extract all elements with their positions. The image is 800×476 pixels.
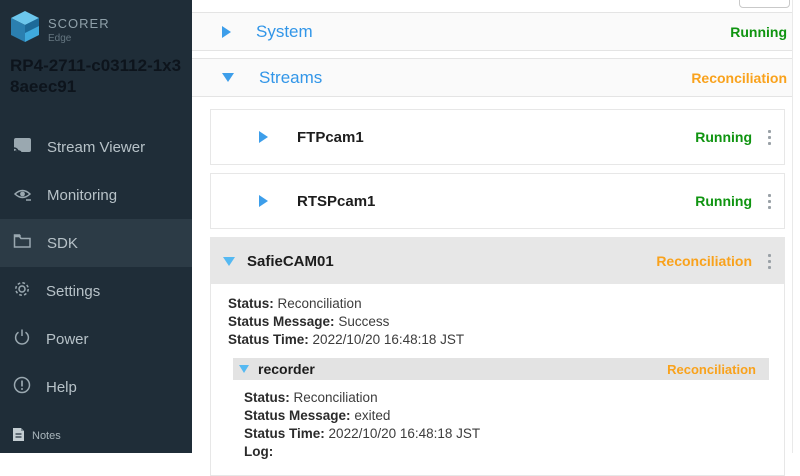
cast-icon (13, 137, 32, 158)
status-time-line: Status Time: 2022/10/20 16:48:18 JST (228, 331, 768, 349)
stream-card-safiecam01: SafieCAM01 Reconciliation Status: Reconc… (210, 237, 785, 476)
stream-card-rtspcam1: RTSPcam1 Running (210, 173, 785, 229)
status-badge: Reconciliation (667, 362, 756, 377)
sidebar-item-label: Stream Viewer (47, 139, 145, 156)
kebab-menu-icon[interactable] (765, 126, 774, 149)
status-message-label: Status Message: (228, 314, 335, 329)
partial-top-button[interactable] (739, 0, 790, 8)
triangle-right-icon[interactable] (259, 131, 268, 143)
section-label: Streams (259, 68, 322, 88)
brand: SCORER Edge (0, 0, 192, 49)
sidebar-menu: Stream Viewer Monitoring SDK (0, 123, 192, 411)
status-time-label: Status Time: (228, 332, 309, 347)
status-value: Reconciliation (294, 390, 378, 405)
streams-list: FTPcam1 Running RTSPcam1 Running (192, 97, 800, 476)
process-group-recorder: recorder Reconciliation Status: Reconcil… (233, 358, 769, 461)
sidebar: SCORER Edge RP4-2711-c03112-1x38aeec91 S… (0, 0, 192, 453)
kebab-menu-icon[interactable] (765, 190, 774, 213)
sidebar-item-help[interactable]: Help (0, 363, 192, 411)
status-label: Status: (244, 390, 290, 405)
status-badge: Reconciliation (691, 70, 787, 86)
sidebar-item-settings[interactable]: Settings (0, 267, 192, 315)
sidebar-item-notes[interactable]: Notes (12, 427, 61, 445)
status-time-label: Status Time: (244, 426, 325, 441)
stream-card-header[interactable]: SafieCAM01 Reconciliation (211, 238, 784, 284)
brand-subtitle: Edge (48, 33, 110, 44)
sidebar-item-label: Settings (46, 283, 100, 300)
status-message-value: Success (338, 314, 389, 329)
status-badge: Running (730, 24, 787, 40)
triangle-down-icon[interactable] (239, 365, 249, 373)
stream-card-ftpcam1: FTPcam1 Running (210, 109, 785, 165)
stream-card-header[interactable]: RTSPcam1 Running (211, 174, 784, 228)
triangle-down-icon[interactable] (223, 257, 235, 266)
sidebar-item-monitoring[interactable]: Monitoring (0, 171, 192, 219)
sidebar-item-power[interactable]: Power (0, 315, 192, 363)
status-line: Status: Reconciliation (228, 295, 768, 313)
device-id: RP4-2711-c03112-1x38aeec91 (0, 49, 192, 97)
monitoring-eye-icon (13, 185, 32, 206)
sidebar-item-label: SDK (47, 235, 78, 252)
triangle-right-icon[interactable] (222, 26, 231, 38)
process-name: recorder (258, 361, 315, 377)
sidebar-item-label: Power (46, 331, 89, 348)
main-panel: System Running Streams Reconciliation FT… (192, 0, 800, 453)
section-label: System (256, 22, 313, 42)
log-label: Log: (244, 444, 273, 459)
section-row-streams[interactable]: Streams Reconciliation (192, 58, 793, 97)
log-line: Log: (244, 443, 769, 461)
status-value: Reconciliation (278, 296, 362, 311)
status-badge: Running (695, 129, 752, 145)
gear-icon (13, 280, 31, 302)
status-label: Status: (228, 296, 274, 311)
scrollbar-track[interactable] (792, 0, 793, 453)
sidebar-item-sdk[interactable]: SDK (0, 219, 192, 267)
alert-circle-icon (13, 376, 31, 398)
section-row-system[interactable]: System Running (192, 12, 793, 51)
process-details: Status: Reconciliation Status Message: e… (233, 380, 769, 461)
scorer-cube-logo-icon (10, 10, 40, 49)
status-message-line: Status Message: Success (228, 313, 768, 331)
process-group-header[interactable]: recorder Reconciliation (233, 358, 769, 380)
status-message-label: Status Message: (244, 408, 351, 423)
folder-icon (13, 233, 32, 253)
stream-details: Status: Reconciliation Status Message: S… (211, 284, 784, 475)
note-icon (12, 427, 25, 445)
notes-label: Notes (32, 430, 61, 442)
sidebar-item-label: Monitoring (47, 187, 117, 204)
power-icon (13, 328, 31, 350)
status-line: Status: Reconciliation (244, 389, 769, 407)
status-time-value: 2022/10/20 16:48:18 JST (329, 426, 481, 441)
status-badge: Running (695, 193, 752, 209)
kebab-menu-icon[interactable] (765, 250, 774, 273)
status-time-value: 2022/10/20 16:48:18 JST (313, 332, 465, 347)
stream-name: SafieCAM01 (247, 253, 334, 270)
sidebar-item-label: Help (46, 379, 77, 396)
top-bar (192, 0, 800, 12)
status-message-value: exited (354, 408, 390, 423)
status-message-line: Status Message: exited (244, 407, 769, 425)
stream-name: FTPcam1 (297, 129, 364, 146)
stream-card-header[interactable]: FTPcam1 Running (211, 110, 784, 164)
triangle-down-icon[interactable] (222, 73, 234, 82)
stream-name: RTSPcam1 (297, 193, 375, 210)
sidebar-item-stream-viewer[interactable]: Stream Viewer (0, 123, 192, 171)
brand-name: SCORER (48, 16, 110, 31)
triangle-right-icon[interactable] (259, 195, 268, 207)
status-time-line: Status Time: 2022/10/20 16:48:18 JST (244, 425, 769, 443)
status-badge: Reconciliation (656, 253, 752, 269)
